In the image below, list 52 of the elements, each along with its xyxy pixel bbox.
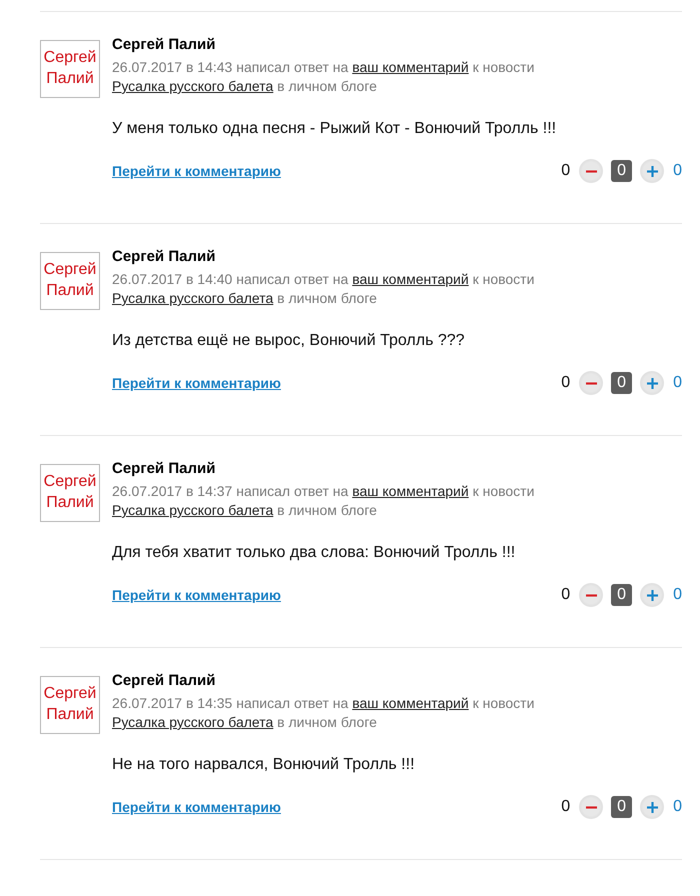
notification-meta: 26.07.2017 в 14:35 написал ответ на ваш комментарий к новости Русалка русского балета в личном блоге bbox=[112, 694, 536, 732]
news-link[interactable]: Русалка русского балета bbox=[112, 78, 274, 94]
comment-link[interactable]: ваш комментарий bbox=[352, 695, 469, 711]
downvote-button[interactable] bbox=[579, 371, 604, 395]
downvote-button[interactable] bbox=[579, 159, 604, 183]
avatar-placeholder[interactable]: Сергей Палий bbox=[40, 464, 100, 522]
goto-comment-link[interactable]: Перейти к комментарию bbox=[112, 375, 281, 391]
plus-icon bbox=[646, 802, 658, 812]
upvote-count: 0 bbox=[673, 586, 682, 604]
rating-badge: 0 bbox=[611, 584, 632, 606]
downvote-count: 0 bbox=[561, 374, 570, 392]
upvote-button[interactable] bbox=[640, 795, 664, 819]
goto-comment-link[interactable]: Перейти к комментарию bbox=[112, 163, 281, 179]
comment-link[interactable]: ваш комментарий bbox=[352, 483, 469, 499]
notification-meta: 26.07.2017 в 14:37 написал ответ на ваш комментарий к новости Русалка русского балета в личном блоге bbox=[112, 482, 536, 520]
downvote-button[interactable] bbox=[579, 583, 604, 607]
upvote-count: 0 bbox=[673, 162, 682, 180]
upvote-button[interactable] bbox=[640, 583, 664, 607]
comment-link[interactable]: ваш комментарий bbox=[352, 271, 469, 287]
downvote-count: 0 bbox=[561, 798, 570, 816]
news-link[interactable]: Русалка русского балета bbox=[112, 290, 274, 306]
comment-text: Не на того нарвался, Вонючий Тролль !!! bbox=[112, 755, 416, 775]
upvote-count: 0 bbox=[673, 798, 682, 816]
goto-comment-link[interactable]: Перейти к комментарию bbox=[112, 799, 281, 815]
rating-badge: 0 bbox=[611, 160, 632, 182]
goto-comment-link[interactable]: Перейти к комментарию bbox=[112, 587, 281, 603]
news-link[interactable]: Русалка русского балета bbox=[112, 714, 274, 730]
comment-link[interactable]: ваш комментарий bbox=[352, 59, 469, 75]
comment-text: У меня только одна песня - Рыжий Кот - Вонючий Тролль !!! bbox=[112, 119, 558, 139]
plus-icon bbox=[646, 166, 658, 176]
author-name: Сергей Палий bbox=[112, 460, 216, 478]
downvote-count: 0 bbox=[561, 162, 570, 180]
plus-icon bbox=[646, 378, 658, 388]
plus-icon bbox=[646, 590, 658, 600]
comment-text: Из детства ещё не вырос, Вонючий Тролль ??? bbox=[112, 331, 466, 351]
upvote-count: 0 bbox=[673, 374, 682, 392]
author-name: Сергей Палий bbox=[112, 672, 216, 690]
author-name: Сергей Палий bbox=[112, 248, 216, 266]
avatar-placeholder[interactable]: Сергей Палий bbox=[40, 252, 100, 310]
rating-badge: 0 bbox=[611, 796, 632, 818]
upvote-button[interactable] bbox=[640, 159, 664, 183]
notification-meta: 26.07.2017 в 14:43 написал ответ на ваш комментарий к новости Русалка русского балета в личном блоге bbox=[112, 58, 536, 96]
avatar-placeholder[interactable]: Сергей Палий bbox=[40, 40, 100, 98]
notification-meta: 26.07.2017 в 14:40 написал ответ на ваш комментарий к новости Русалка русского балета в личном блоге bbox=[112, 270, 536, 308]
author-name: Сергей Палий bbox=[112, 36, 216, 54]
downvote-button[interactable] bbox=[579, 795, 604, 819]
downvote-count: 0 bbox=[561, 586, 570, 604]
news-link[interactable]: Русалка русского балета bbox=[112, 502, 274, 518]
upvote-button[interactable] bbox=[640, 371, 664, 395]
rating-badge: 0 bbox=[611, 372, 632, 394]
avatar-placeholder[interactable]: Сергей Палий bbox=[40, 676, 100, 734]
comment-text: Для тебя хватит только два слова: Вонючий Тролль !!! bbox=[112, 543, 516, 563]
